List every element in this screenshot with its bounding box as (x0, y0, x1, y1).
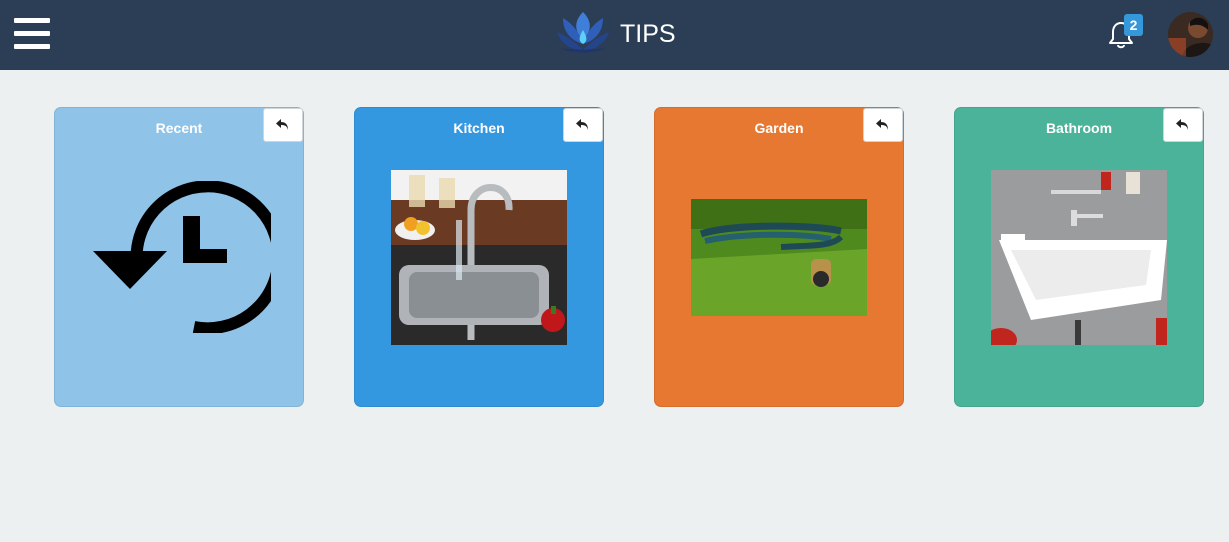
user-avatar[interactable] (1168, 12, 1213, 57)
back-button[interactable] (263, 108, 303, 142)
notification-count-badge: 2 (1124, 14, 1143, 36)
kitchen-sink-photo (391, 170, 567, 345)
category-card-garden[interactable]: Garden (654, 107, 904, 407)
category-card-bathroom[interactable]: Bathroom (954, 107, 1204, 407)
hamburger-menu-icon[interactable] (14, 18, 50, 50)
reply-arrow-icon (276, 119, 288, 130)
category-card-recent[interactable]: Recent (54, 107, 304, 407)
back-button[interactable] (563, 108, 603, 142)
back-button[interactable] (863, 108, 903, 142)
top-navigation-bar: TIPS 2 (0, 0, 1229, 70)
bathroom-basin-photo (991, 170, 1167, 345)
reply-arrow-icon (576, 119, 588, 130)
reply-arrow-icon (876, 119, 888, 130)
lotus-logo-icon (557, 12, 609, 53)
category-card-kitchen[interactable]: Kitchen (354, 107, 604, 407)
back-button[interactable] (1163, 108, 1203, 142)
garden-hose-on-grass-photo (691, 199, 867, 316)
reply-arrow-icon (1176, 119, 1188, 130)
history-clock-icon (93, 181, 271, 333)
app-title: TIPS (620, 20, 676, 48)
